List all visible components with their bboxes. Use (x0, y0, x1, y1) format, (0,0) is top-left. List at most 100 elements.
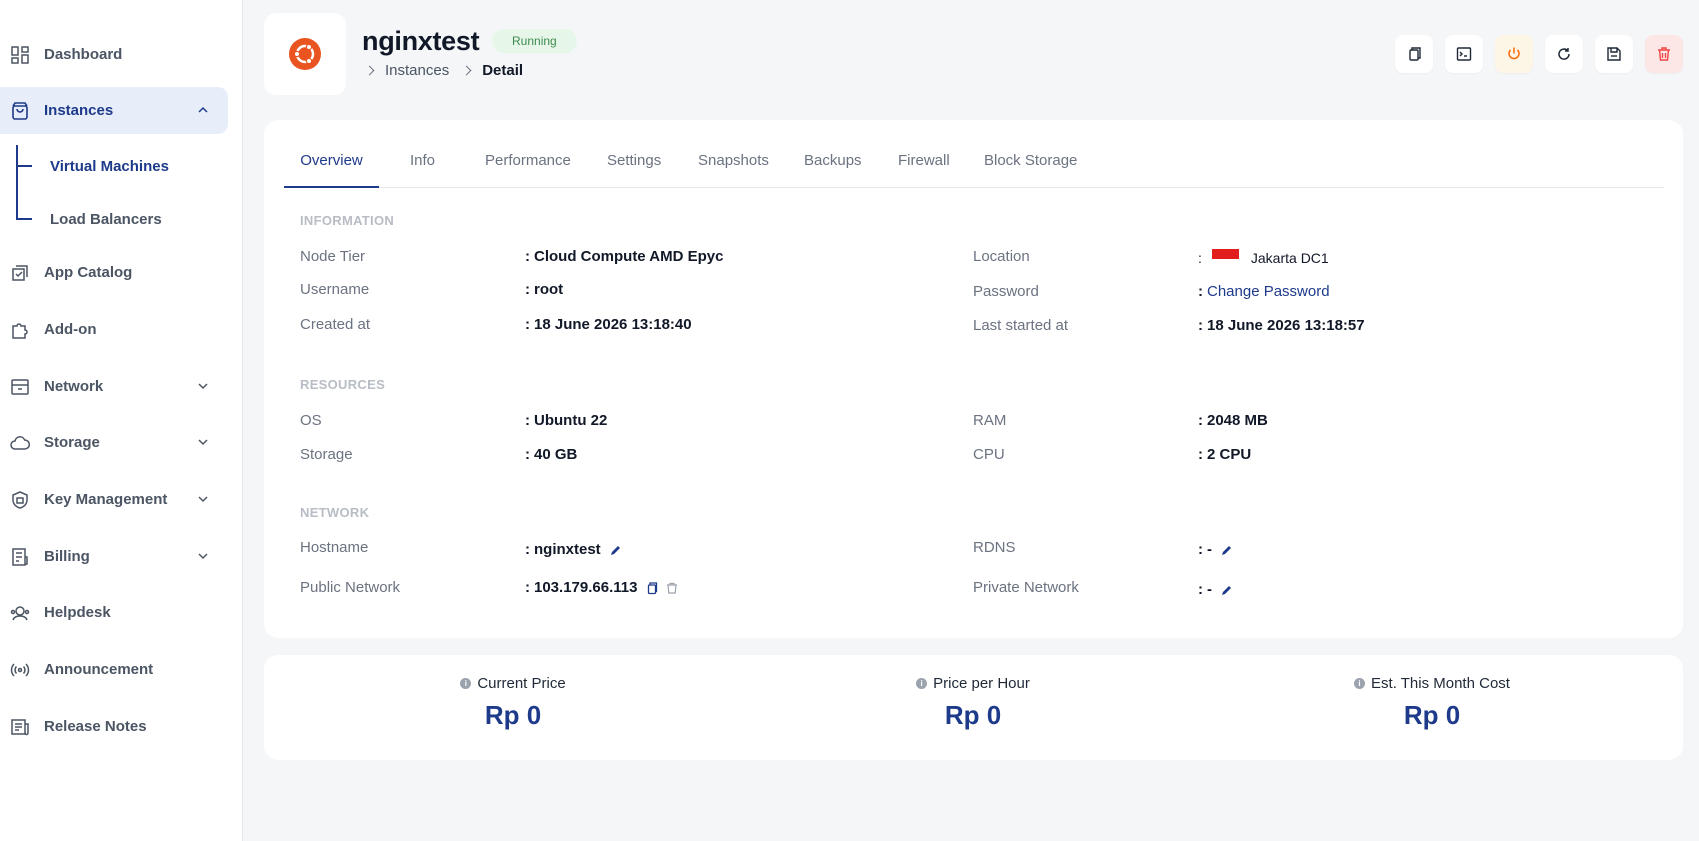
ubuntu-logo (264, 13, 346, 95)
pencil-icon[interactable] (1220, 543, 1234, 557)
page-title: nginxtest (362, 26, 480, 56)
node-tier-text: Cloud Compute AMD Epyc (534, 248, 724, 265)
tab-firewall[interactable]: Firewall (898, 152, 950, 188)
created-at-value: :18 June 2026 13:18:40 (525, 316, 692, 333)
colon: : (525, 248, 530, 265)
delete-button[interactable] (1645, 35, 1683, 73)
sidebar-item-network[interactable]: Network (0, 363, 228, 410)
est-month-cost-label-row: i Est. This Month Cost (1282, 675, 1582, 692)
pencil-icon[interactable] (1220, 583, 1234, 597)
tab-performance[interactable]: Performance (485, 152, 571, 188)
colon: : (1198, 412, 1203, 429)
sidebar-item-label: Dashboard (44, 46, 123, 63)
chevron-down-icon (198, 383, 208, 390)
rdns-text: - (1207, 541, 1212, 558)
breadcrumb-instances[interactable]: Instances (385, 62, 449, 79)
sidebar-item-billing[interactable]: Billing (0, 533, 228, 580)
section-heading-network: NETWORK (300, 505, 370, 520)
est-month-cost-value: Rp 0 (1403, 700, 1461, 730)
sidebar-subitem-load-balancers[interactable]: Load Balancers (18, 209, 162, 229)
power-icon (1508, 47, 1520, 60)
puzzle-icon (10, 320, 30, 340)
storage-label: Storage (300, 446, 353, 463)
ram-text: 2048 MB (1207, 412, 1268, 429)
shield-icon (10, 490, 30, 510)
breadcrumb-detail: Detail (482, 62, 524, 79)
os-text: Ubuntu 22 (534, 412, 608, 429)
sidebar-subitem-label: Virtual Machines (50, 157, 169, 175)
sidebar-subitem-virtual-machines[interactable]: Virtual Machines (18, 156, 169, 176)
tab-overview[interactable]: Overview (284, 152, 379, 188)
colon: : (1198, 446, 1203, 463)
chevron-down-icon (198, 439, 208, 446)
sidebar-item-dashboard[interactable]: Dashboard (0, 31, 228, 78)
section-heading-resources: RESOURCES (300, 377, 386, 392)
username-value: : root (525, 281, 563, 298)
power-button[interactable] (1495, 35, 1533, 73)
tab-snapshots[interactable]: Snapshots (698, 152, 769, 188)
created-at-text: 18 June 2026 13:18:40 (534, 316, 692, 333)
sidebar-item-storage[interactable]: Storage (0, 419, 228, 466)
tab-backups[interactable]: Backups (804, 152, 862, 188)
colon: : (525, 281, 530, 298)
archive-icon (10, 377, 30, 397)
price-per-hour-value: Rp 0 (944, 700, 1002, 730)
sidebar: Dashboard Instances Virtual Machines Loa… (0, 0, 243, 841)
password-label: Password (973, 283, 1039, 300)
public-ip-text: 103.179.66.113 (534, 579, 638, 596)
sidebar-item-key-management[interactable]: Key Management (0, 476, 228, 523)
save-snapshot-button[interactable] (1595, 35, 1633, 73)
tab-block-storage[interactable]: Block Storage (984, 152, 1077, 188)
trash-icon[interactable] (665, 581, 679, 595)
private-network-text: - (1207, 581, 1212, 598)
chevron-down-icon (198, 496, 208, 503)
location-label: Location (973, 248, 1030, 265)
storage-text: 40 GB (534, 446, 578, 463)
cloud-icon (10, 433, 30, 453)
chevron-down-icon (198, 553, 208, 560)
sidebar-subitem-label: Load Balancers (50, 210, 162, 228)
location-value: : Jakarta DC1 (1198, 249, 1329, 266)
newspaper-icon (10, 717, 30, 737)
headset-icon (10, 603, 30, 623)
last-started-label: Last started at (973, 317, 1069, 334)
colon: : (525, 446, 530, 463)
tab-info[interactable]: Info (410, 152, 435, 188)
private-network-value: :- (1198, 581, 1234, 598)
breadcrumb: Instances Detail (364, 62, 523, 79)
console-button[interactable] (1445, 35, 1483, 73)
cpu-text: 2 CPU (1207, 446, 1252, 463)
reboot-button[interactable] (1545, 35, 1583, 73)
sidebar-item-announcement[interactable]: Announcement (0, 646, 228, 693)
sidebar-item-release-notes[interactable]: Release Notes (0, 703, 228, 750)
bag-icon (10, 101, 30, 121)
copy-icon[interactable] (645, 581, 659, 595)
storage-value: :40 GB (525, 446, 577, 463)
sidebar-item-label: Storage (44, 434, 100, 451)
colon: : (1198, 283, 1203, 300)
sidebar-item-label: Network (44, 378, 104, 395)
sidebar-item-helpdesk[interactable]: Helpdesk (0, 589, 228, 636)
sidebar-item-label: Billing (44, 548, 90, 565)
sidebar-item-label: Key Management (44, 491, 168, 508)
sidebar-item-instances[interactable]: Instances (0, 87, 228, 134)
hostname-text: nginxtest (534, 541, 601, 558)
sidebar-item-app-catalog[interactable]: App Catalog (0, 249, 228, 296)
price-per-hour-label-row: i Price per Hour (823, 675, 1123, 692)
colon: : (525, 412, 530, 429)
save-icon (1607, 47, 1621, 61)
sidebar-item-label: App Catalog (44, 264, 133, 281)
sidebar-item-label: Instances (44, 102, 114, 119)
tab-settings[interactable]: Settings (607, 152, 661, 188)
sidebar-item-add-on[interactable]: Add-on (0, 306, 228, 353)
hostname-value: : nginxtest (525, 541, 623, 558)
ubuntu-icon (289, 38, 321, 70)
current-price-label-row: i Current Price (363, 675, 663, 692)
clone-button[interactable] (1395, 35, 1433, 73)
pencil-icon[interactable] (609, 543, 623, 557)
ram-value: :2048 MB (1198, 412, 1268, 429)
price-per-hour: i Price per Hour Rp 0 (823, 675, 1123, 731)
colon: : (1198, 317, 1203, 334)
chevron-up-icon (198, 106, 208, 113)
change-password-link[interactable]: Change Password (1207, 283, 1330, 300)
